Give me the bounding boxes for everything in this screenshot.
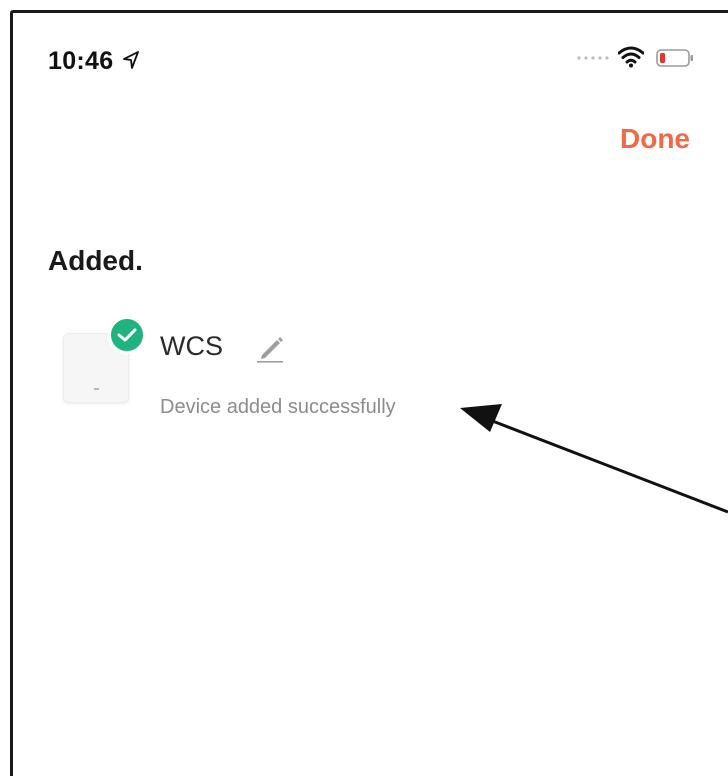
location-arrow-icon — [123, 51, 139, 69]
device-name: WCS — [160, 331, 223, 361]
page: 10:46 Done Added. WCS Device added succe… — [0, 0, 728, 776]
wifi-icon — [618, 46, 644, 68]
device-led-indicator — [94, 388, 99, 390]
pencil-icon[interactable] — [255, 331, 285, 363]
status-time: 10:46 — [48, 47, 114, 75]
check-circle-icon — [108, 316, 146, 354]
status-bar: 10:46 — [13, 13, 728, 93]
done-button[interactable]: Done — [620, 123, 690, 155]
battery-low-icon — [656, 49, 693, 67]
signal-dots-icon — [577, 56, 609, 60]
section-title: Added. — [48, 245, 143, 276]
phone-screen: 10:46 Done Added. WCS Device added succe… — [10, 10, 728, 776]
device-status-text: Device added successfully — [160, 396, 396, 418]
